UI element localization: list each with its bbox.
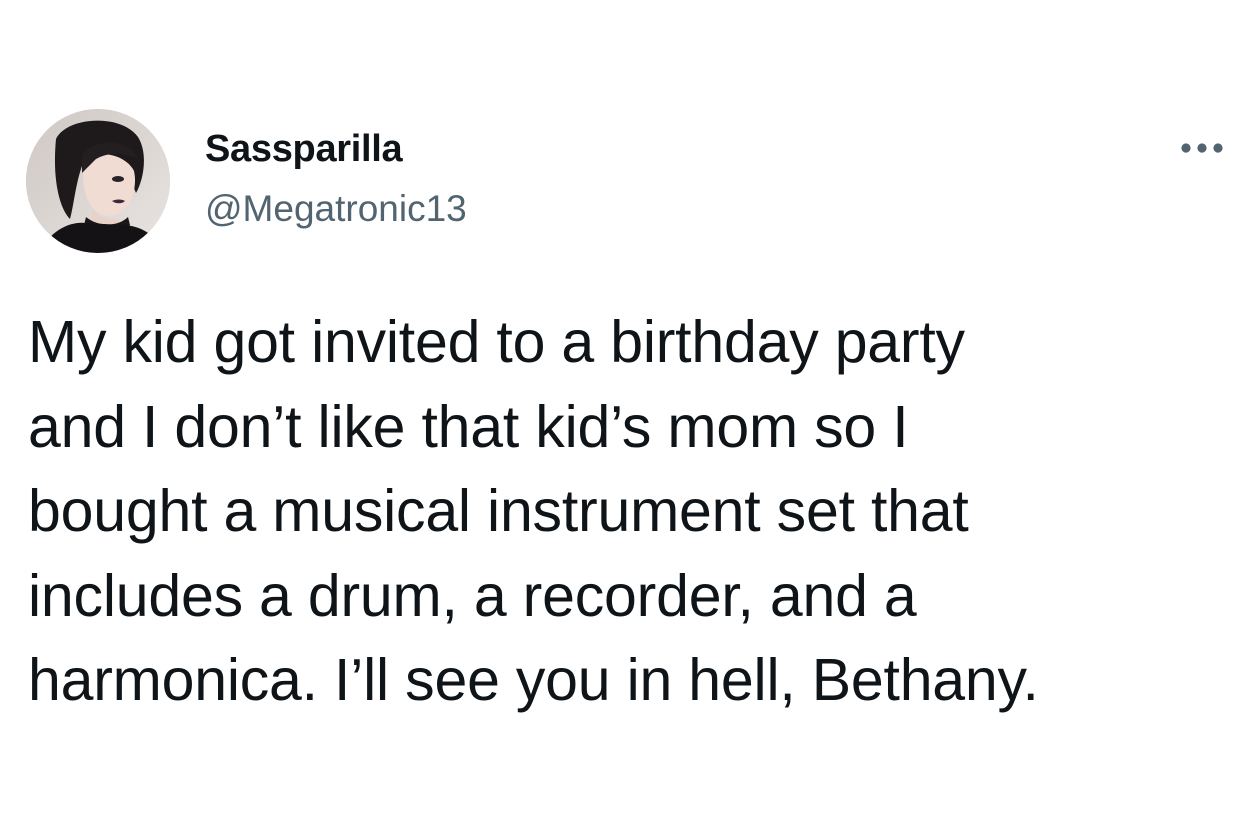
tweet-text-line: and I don’t like that kid’s mom so I — [28, 393, 909, 460]
more-options-button[interactable] — [1170, 128, 1234, 168]
tweet-text-line: My kid got invited to a birthday party — [28, 309, 965, 375]
author-display-name[interactable]: Sassparilla — [205, 127, 403, 171]
tweet-text-line: includes a drum, a recorder, and a — [28, 562, 917, 629]
avatar-photo — [26, 109, 170, 253]
tweet-text-line: harmonica. I’ll see you in hell, Bethany… — [28, 647, 1039, 713]
author-handle[interactable]: @Megatronic13 — [205, 187, 467, 231]
tweet-text: My kid got invited to a birthday party a… — [28, 300, 1228, 723]
tweet-text-line: bought a musical instrument set that — [28, 478, 969, 544]
avatar[interactable] — [26, 109, 170, 253]
tweet-card: Sassparilla @Megatronic13 My kid got inv… — [0, 0, 1244, 829]
more-horizontal-icon — [1181, 143, 1223, 153]
